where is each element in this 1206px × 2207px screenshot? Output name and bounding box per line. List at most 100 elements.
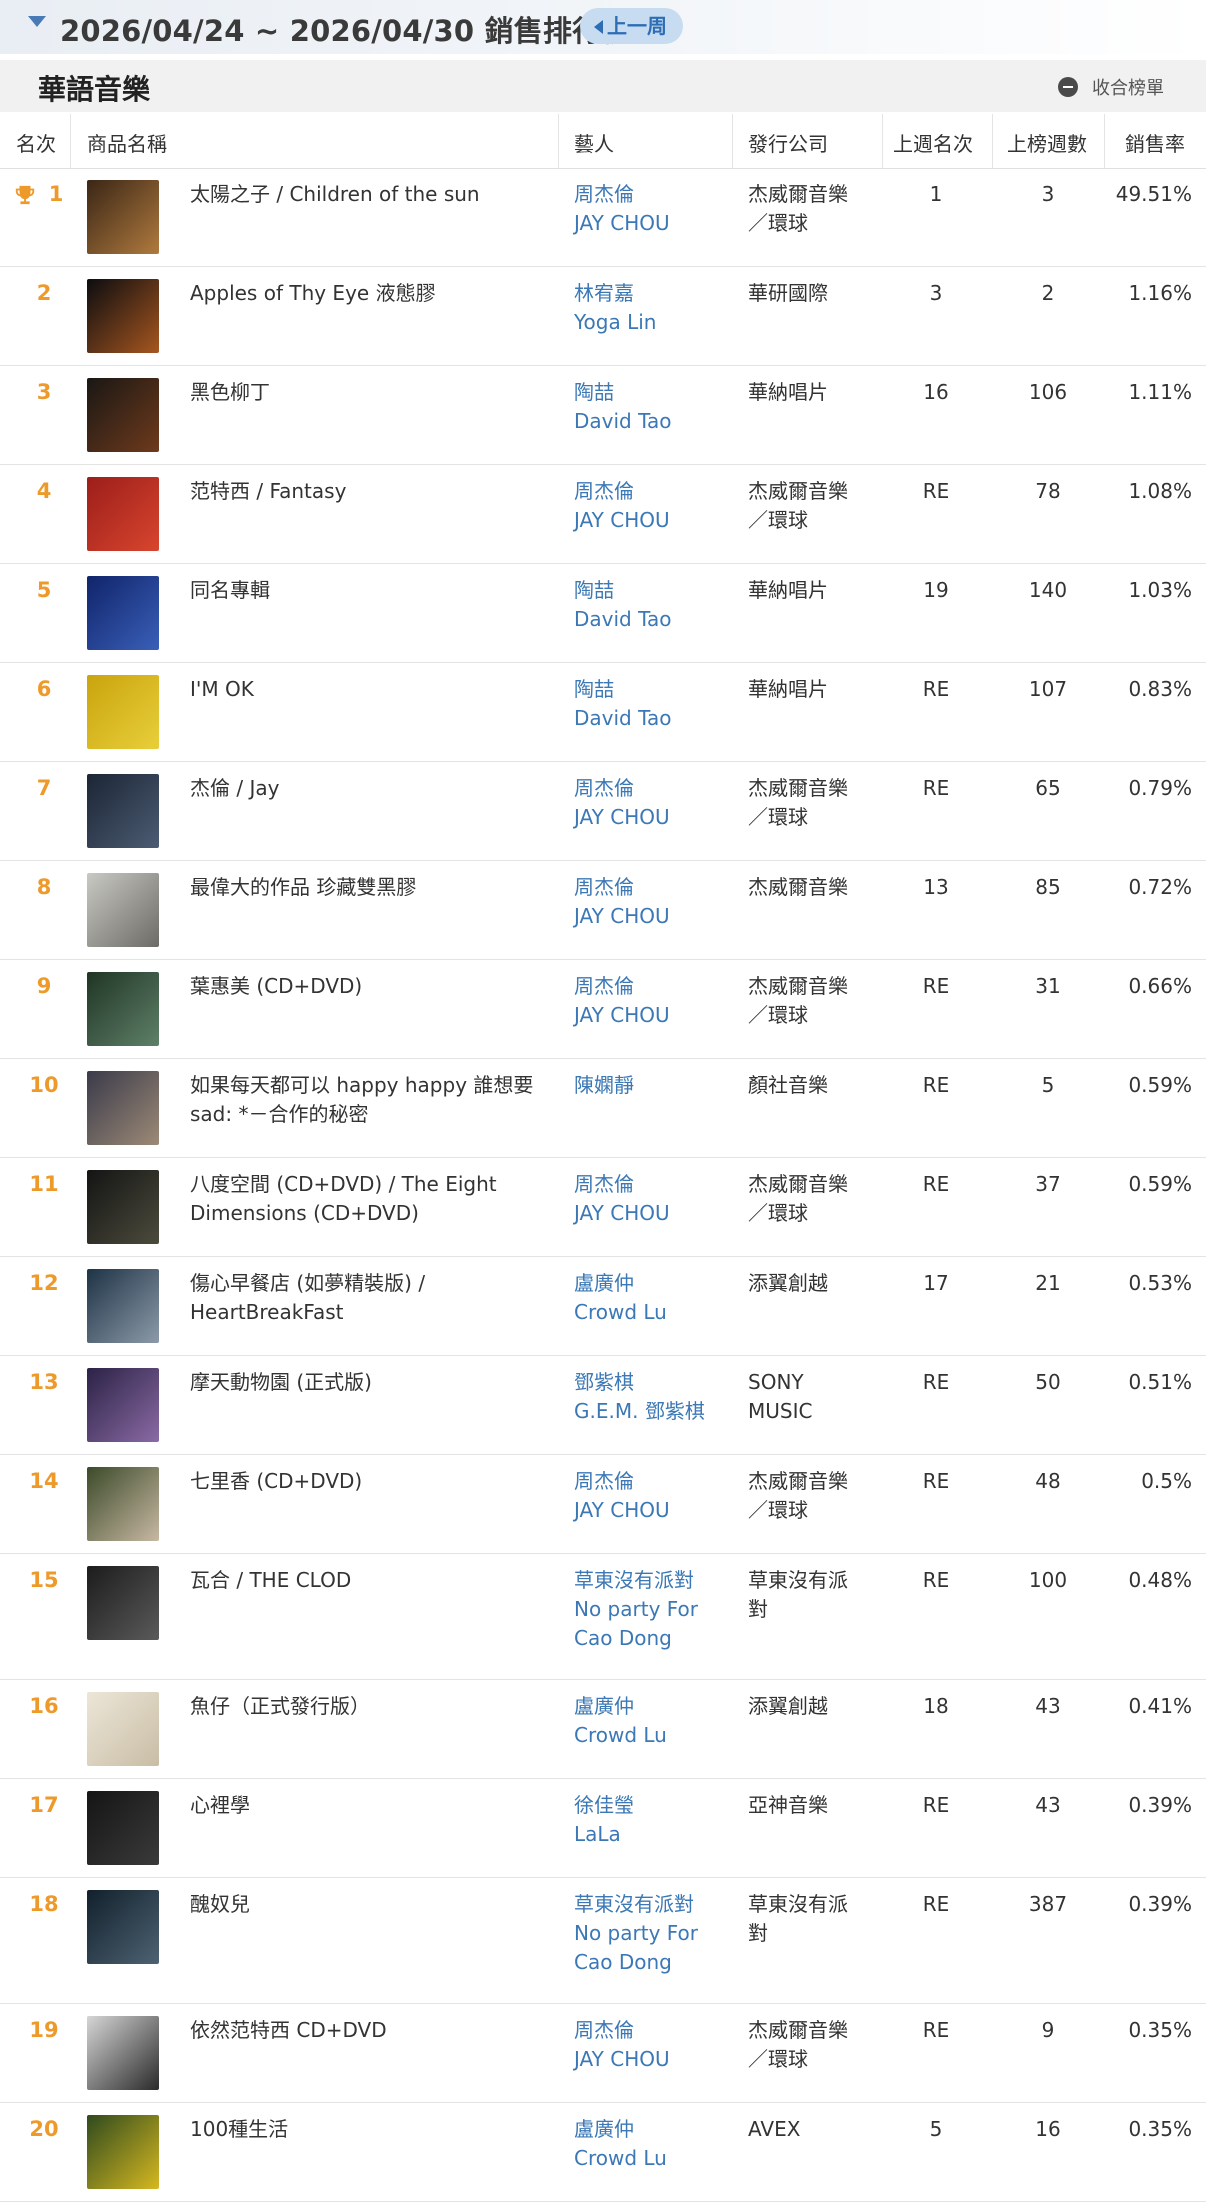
table-row[interactable]: 5 同名專輯 陶喆 David Tao 華納唱片 19 140 1.03% bbox=[0, 564, 1206, 663]
album-cover[interactable] bbox=[87, 1692, 159, 1766]
artist-link-line[interactable]: 鄧紫棋 bbox=[574, 1368, 739, 1397]
product-title[interactable]: 黑色柳丁 bbox=[190, 378, 550, 407]
artist-link-line[interactable]: Crowd Lu bbox=[574, 1721, 739, 1750]
artist-link-line[interactable]: Yoga Lin bbox=[574, 308, 739, 337]
artist-link[interactable]: 陳嫻靜 bbox=[574, 1071, 739, 1100]
product-title-line[interactable]: 太陽之子 / Children of the sun bbox=[190, 180, 550, 209]
product-title-line[interactable]: 醜奴兒 bbox=[190, 1890, 550, 1919]
album-cover[interactable] bbox=[87, 1566, 159, 1640]
table-row[interactable]: 19 依然范特西 CD+DVD 周杰倫 JAY CHOU 杰威爾音樂 ／環球 RE 9 0.35… bbox=[0, 2004, 1206, 2103]
table-row[interactable]: 7 杰倫 / Jay 周杰倫 JAY CHOU 杰威爾音樂 ／環球 RE 65 0.79% bbox=[0, 762, 1206, 861]
table-row[interactable]: 1 太陽之子 / Children of the sun 周杰倫 JAY CHOU 杰威… bbox=[0, 168, 1206, 267]
album-cover[interactable] bbox=[87, 2016, 159, 2090]
product-title-line[interactable]: 范特西 / Fantasy bbox=[190, 477, 550, 506]
product-title[interactable]: 最偉大的作品 珍藏雙黑膠 bbox=[190, 873, 550, 902]
artist-link-line[interactable]: JAY CHOU bbox=[574, 2045, 739, 2074]
album-cover[interactable] bbox=[87, 279, 159, 353]
product-title-line[interactable]: 杰倫 / Jay bbox=[190, 774, 550, 803]
artist-link[interactable]: 周杰倫 JAY CHOU bbox=[574, 1467, 739, 1525]
product-title[interactable]: 傷心早餐店 (如夢精裝版) / HeartBreakFast bbox=[190, 1269, 550, 1327]
artist-link[interactable]: 周杰倫 JAY CHOU bbox=[574, 1170, 739, 1228]
product-title-line[interactable]: 魚仔（正式發行版） bbox=[190, 1692, 550, 1721]
product-title[interactable]: 心裡學 bbox=[190, 1791, 550, 1820]
artist-link[interactable]: 陶喆 David Tao bbox=[574, 378, 739, 436]
product-title-line[interactable]: I'M OK bbox=[190, 675, 550, 704]
artist-link-line[interactable]: David Tao bbox=[574, 407, 739, 436]
product-title[interactable]: 范特西 / Fantasy bbox=[190, 477, 550, 506]
product-title[interactable]: 醜奴兒 bbox=[190, 1890, 550, 1919]
product-title-line[interactable]: 葉惠美 (CD+DVD) bbox=[190, 972, 550, 1001]
table-row[interactable]: 16 魚仔（正式發行版） 盧廣仲 Crowd Lu 添翼創越 18 43 0.41% bbox=[0, 1680, 1206, 1779]
product-title-line[interactable]: 黑色柳丁 bbox=[190, 378, 550, 407]
artist-link-line[interactable]: 草東沒有派對 bbox=[574, 1566, 739, 1595]
table-row[interactable]: 8 最偉大的作品 珍藏雙黑膠 周杰倫 JAY CHOU 杰威爾音樂 13 85 0.72% bbox=[0, 861, 1206, 960]
album-cover[interactable] bbox=[87, 378, 159, 452]
artist-link[interactable]: 周杰倫 JAY CHOU bbox=[574, 873, 739, 931]
album-cover[interactable] bbox=[87, 2115, 159, 2189]
artist-link-line[interactable]: JAY CHOU bbox=[574, 209, 739, 238]
product-title[interactable]: Apples of Thy Eye 液態膠 bbox=[190, 279, 550, 308]
product-title[interactable]: I'M OK bbox=[190, 675, 550, 704]
artist-link-line[interactable]: 林宥嘉 bbox=[574, 279, 739, 308]
album-cover[interactable] bbox=[87, 1368, 159, 1442]
artist-link-line[interactable]: JAY CHOU bbox=[574, 803, 739, 832]
artist-link-line[interactable]: G.E.M. 鄧紫棋 bbox=[574, 1397, 739, 1426]
artist-link[interactable]: 鄧紫棋 G.E.M. 鄧紫棋 bbox=[574, 1368, 739, 1426]
artist-link-line[interactable]: 陶喆 bbox=[574, 576, 739, 605]
previous-week-button[interactable]: 上一周 bbox=[580, 8, 683, 44]
artist-link-line[interactable]: JAY CHOU bbox=[574, 1199, 739, 1228]
artist-link-line[interactable]: 周杰倫 bbox=[574, 873, 739, 902]
artist-link-line[interactable]: 陶喆 bbox=[574, 378, 739, 407]
artist-link-line[interactable]: No party For bbox=[574, 1595, 739, 1624]
artist-link-line[interactable]: 周杰倫 bbox=[574, 477, 739, 506]
album-cover[interactable] bbox=[87, 972, 159, 1046]
artist-link-line[interactable]: JAY CHOU bbox=[574, 902, 739, 931]
album-cover[interactable] bbox=[87, 1071, 159, 1145]
product-title[interactable]: 葉惠美 (CD+DVD) bbox=[190, 972, 550, 1001]
artist-link-line[interactable]: 陳嫻靜 bbox=[574, 1071, 739, 1100]
product-title[interactable]: 魚仔（正式發行版） bbox=[190, 1692, 550, 1721]
table-row[interactable]: 3 黑色柳丁 陶喆 David Tao 華納唱片 16 106 1.11% bbox=[0, 366, 1206, 465]
album-cover[interactable] bbox=[87, 1791, 159, 1865]
product-title-line[interactable]: 瓦合 / THE CLOD bbox=[190, 1566, 550, 1595]
artist-link-line[interactable]: No party For bbox=[574, 1919, 739, 1948]
album-cover[interactable] bbox=[87, 675, 159, 749]
album-cover[interactable] bbox=[87, 1467, 159, 1541]
table-row[interactable]: 11 八度空間 (CD+DVD) / The Eight Dimensions (C… bbox=[0, 1158, 1206, 1257]
artist-link-line[interactable]: 周杰倫 bbox=[574, 774, 739, 803]
artist-link-line[interactable]: 盧廣仲 bbox=[574, 1692, 739, 1721]
artist-link[interactable]: 盧廣仲 Crowd Lu bbox=[574, 2115, 739, 2173]
product-title-line[interactable]: 100種生活 bbox=[190, 2115, 550, 2144]
table-row[interactable]: 15 瓦合 / THE CLOD 草東沒有派對 No party For Cao Don… bbox=[0, 1554, 1206, 1680]
artist-link-line[interactable]: LaLa bbox=[574, 1820, 739, 1849]
album-cover[interactable] bbox=[87, 1890, 159, 1964]
table-row[interactable]: 20 100種生活 盧廣仲 Crowd Lu AVEX 5 16 0.35% bbox=[0, 2103, 1206, 2202]
product-title[interactable]: 100種生活 bbox=[190, 2115, 550, 2144]
artist-link[interactable]: 周杰倫 JAY CHOU bbox=[574, 774, 739, 832]
product-title-line[interactable]: HeartBreakFast bbox=[190, 1298, 550, 1327]
artist-link-line[interactable]: 徐佳瑩 bbox=[574, 1791, 739, 1820]
artist-link-line[interactable]: 陶喆 bbox=[574, 675, 739, 704]
product-title-line[interactable]: 心裡學 bbox=[190, 1791, 550, 1820]
artist-link[interactable]: 周杰倫 JAY CHOU bbox=[574, 477, 739, 535]
product-title-line[interactable]: 同名專輯 bbox=[190, 576, 550, 605]
product-title-line[interactable]: sad: *－合作的秘密 bbox=[190, 1100, 550, 1129]
caret-down-icon[interactable] bbox=[28, 16, 46, 27]
product-title[interactable]: 瓦合 / THE CLOD bbox=[190, 1566, 550, 1595]
album-cover[interactable] bbox=[87, 1269, 159, 1343]
artist-link[interactable]: 盧廣仲 Crowd Lu bbox=[574, 1692, 739, 1750]
product-title-line[interactable]: 最偉大的作品 珍藏雙黑膠 bbox=[190, 873, 550, 902]
artist-link[interactable]: 周杰倫 JAY CHOU bbox=[574, 180, 739, 238]
product-title-line[interactable]: 八度空間 (CD+DVD) / The Eight bbox=[190, 1170, 550, 1199]
product-title[interactable]: 如果每天都可以 happy happy 誰想要 sad: *－合作的秘密 bbox=[190, 1071, 550, 1129]
table-row[interactable]: 6 I'M OK 陶喆 David Tao 華納唱片 RE 107 0.83% bbox=[0, 663, 1206, 762]
product-title[interactable]: 太陽之子 / Children of the sun bbox=[190, 180, 550, 209]
artist-link-line[interactable]: Crowd Lu bbox=[574, 1298, 739, 1327]
artist-link-line[interactable]: JAY CHOU bbox=[574, 506, 739, 535]
product-title-line[interactable]: 摩天動物園 (正式版) bbox=[190, 1368, 550, 1397]
product-title[interactable]: 摩天動物園 (正式版) bbox=[190, 1368, 550, 1397]
artist-link-line[interactable]: Cao Dong bbox=[574, 1624, 739, 1653]
album-cover[interactable] bbox=[87, 873, 159, 947]
product-title-line[interactable]: 依然范特西 CD+DVD bbox=[190, 2016, 550, 2045]
album-cover[interactable] bbox=[87, 576, 159, 650]
